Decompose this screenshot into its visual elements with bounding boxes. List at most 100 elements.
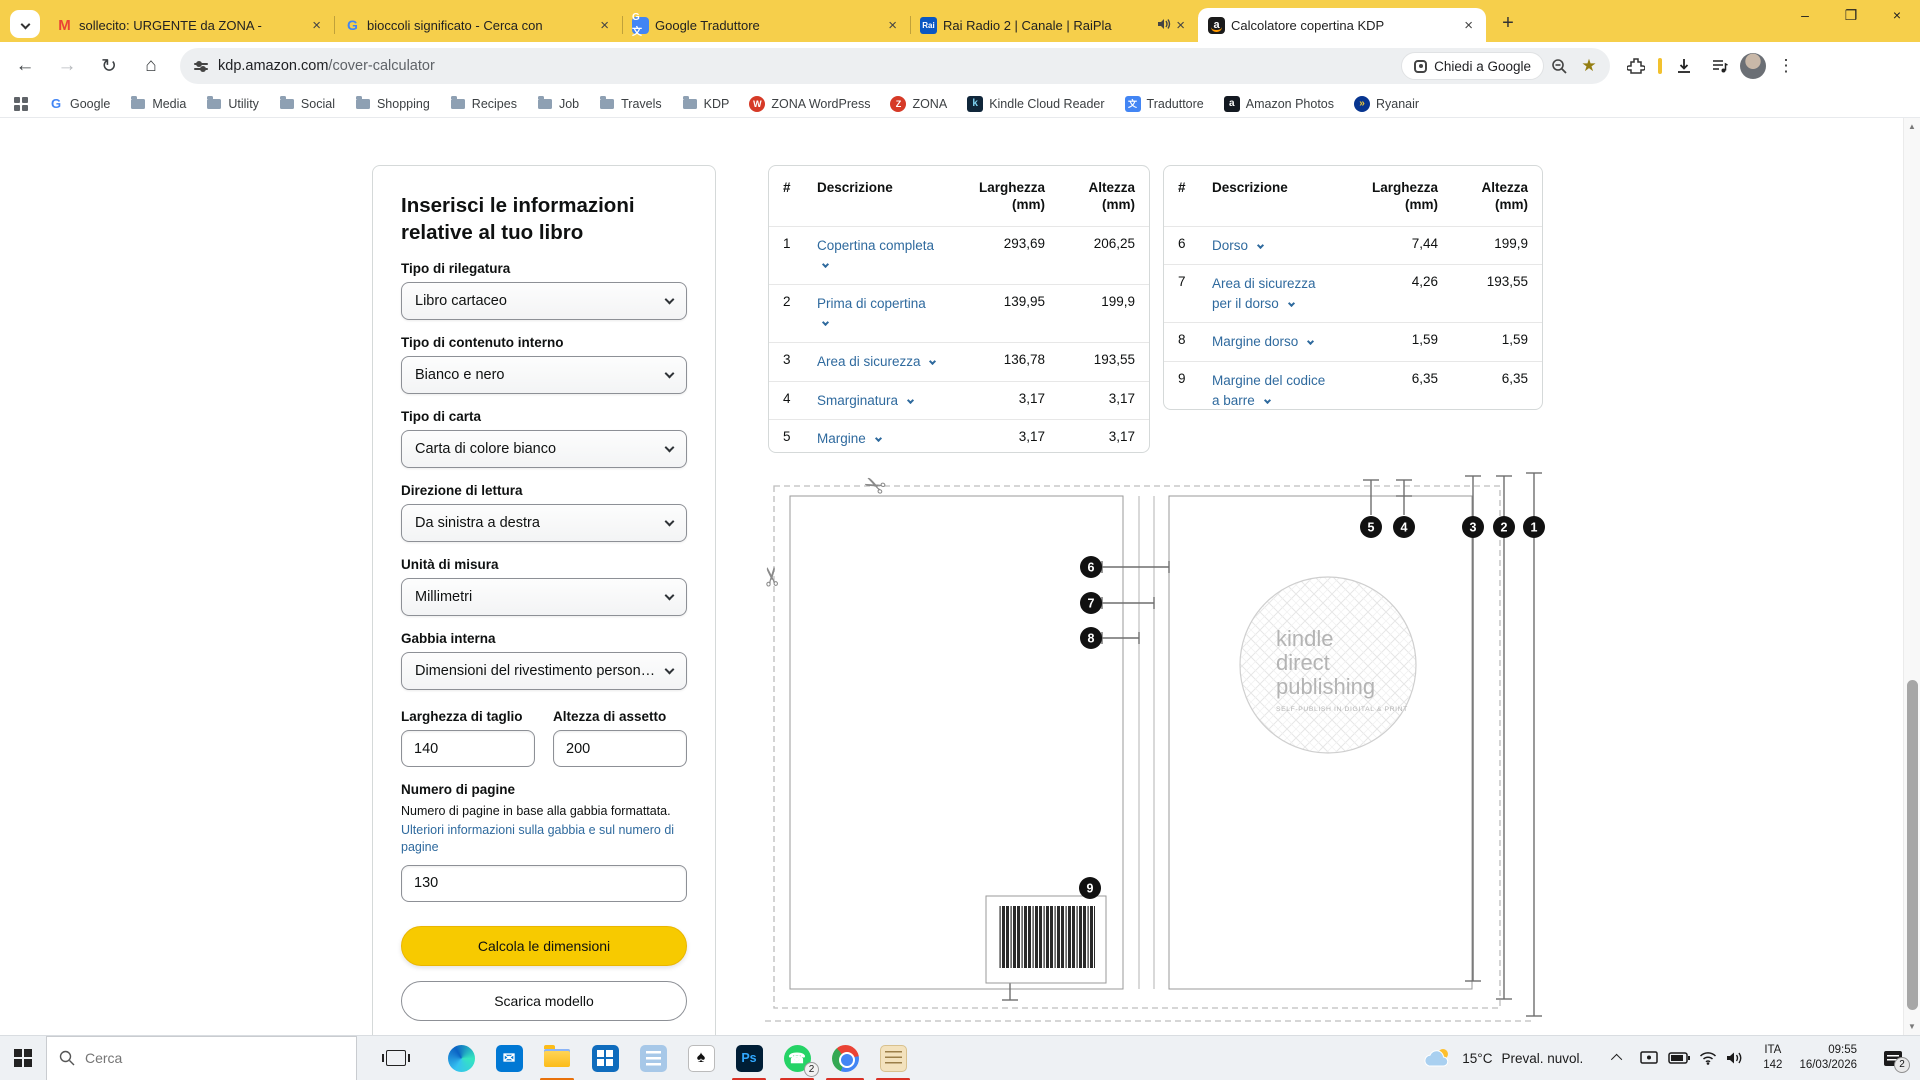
margin-link[interactable]: Margine xyxy=(817,431,881,446)
maximize-button[interactable]: ❐ xyxy=(1828,0,1874,30)
page-count-input[interactable] xyxy=(401,865,687,902)
clock[interactable]: 09:55 16/03/2026 xyxy=(1799,1043,1857,1073)
measurement-unit-select[interactable]: Millimetri xyxy=(401,578,687,616)
tab-search-button[interactable] xyxy=(10,10,40,38)
download-template-button[interactable]: Scarica modello xyxy=(401,981,687,1021)
bookmark-kdp[interactable]: KDP xyxy=(674,93,738,115)
whatsapp-button[interactable]: ☎2 xyxy=(773,1036,821,1080)
apps-grid-icon[interactable] xyxy=(14,97,28,111)
bookmark-zona[interactable]: ZZONA xyxy=(882,93,955,115)
page-count-info-link[interactable]: Ulteriori informazioni sulla gabbia e su… xyxy=(401,822,687,856)
bleed-link[interactable]: Smarginatura xyxy=(817,393,913,408)
forward-button[interactable]: → xyxy=(50,49,84,83)
solitaire-button[interactable]: ♠ xyxy=(677,1036,725,1080)
interior-type-select[interactable]: Bianco e nero xyxy=(401,356,687,394)
chrome-button[interactable] xyxy=(821,1036,869,1080)
bookmark-star-icon[interactable]: ★ xyxy=(1574,51,1604,81)
reading-direction-label: Direzione di lettura xyxy=(401,483,687,498)
close-tab-icon[interactable]: × xyxy=(597,17,612,34)
tray-expand-icon[interactable] xyxy=(1611,1054,1622,1065)
battery-icon[interactable] xyxy=(1668,1051,1690,1065)
blue-tiles-app-button[interactable] xyxy=(629,1036,677,1080)
bookmark-shopping[interactable]: Shopping xyxy=(347,93,438,115)
folder-icon xyxy=(355,96,371,112)
bookmark-google[interactable]: GGoogle xyxy=(40,93,118,115)
notes-app-button[interactable] xyxy=(869,1036,917,1080)
binding-type-select[interactable]: Libro cartaceo xyxy=(401,282,687,320)
full-cover-link[interactable]: Copertina completa xyxy=(817,238,934,273)
downloads-icon[interactable] xyxy=(1668,50,1700,82)
calculate-dimensions-button[interactable]: Calcola le dimensioni xyxy=(401,926,687,966)
spine-safe-area-link[interactable]: Area di sicurezza per il dorso xyxy=(1212,276,1316,311)
bookmark-amazon-photos[interactable]: aAmazon Photos xyxy=(1216,93,1342,115)
bookmark-traduttore[interactable]: 文Traduttore xyxy=(1117,93,1212,115)
scroll-up-icon[interactable]: ▲ xyxy=(1904,122,1920,131)
bookmark-ryanair[interactable]: »Ryanair xyxy=(1346,93,1427,115)
safe-area-link[interactable]: Area di sicurezza xyxy=(817,354,935,369)
paper-type-select[interactable]: Carta di colore bianco xyxy=(401,430,687,468)
front-cover-link[interactable]: Prima di copertina xyxy=(817,296,926,331)
barcode-margin-link[interactable]: Margine del codice a barre xyxy=(1212,373,1325,408)
close-tab-icon[interactable]: × xyxy=(309,17,324,34)
microsoft-store-button[interactable] xyxy=(581,1036,629,1080)
volume-icon[interactable] xyxy=(1726,1051,1744,1065)
photoshop-button[interactable]: Ps xyxy=(725,1036,773,1080)
bookmark-travels[interactable]: Travels xyxy=(591,93,670,115)
language-indicator[interactable]: ITA 142 xyxy=(1763,1043,1782,1073)
home-button[interactable]: ⌂ xyxy=(134,49,168,83)
folder-icon xyxy=(279,96,295,112)
search-input[interactable] xyxy=(85,1050,305,1066)
pinned-extension-icon[interactable] xyxy=(1658,58,1662,74)
tab-rai-radio[interactable]: Rai Rai Radio 2 | Canale | RaiPla × xyxy=(910,8,1198,42)
scrollbar-thumb[interactable] xyxy=(1907,680,1918,1010)
weather-widget[interactable]: 15°C Preval. nuvol. xyxy=(1423,1047,1583,1069)
bookmark-zona-wordpress[interactable]: WZONA WordPress xyxy=(741,93,878,115)
bookmark-social[interactable]: Social xyxy=(271,93,343,115)
bookmark-job[interactable]: Job xyxy=(529,93,587,115)
file-explorer-button[interactable] xyxy=(533,1036,581,1080)
reading-direction-select[interactable]: Da sinistra a destra xyxy=(401,504,687,542)
profile-avatar[interactable] xyxy=(1740,53,1766,79)
browser-menu-icon[interactable]: ⋮ xyxy=(1770,50,1802,82)
trim-width-input[interactable] xyxy=(401,730,535,767)
scroll-down-icon[interactable]: ▼ xyxy=(1904,1022,1920,1031)
ask-google-button[interactable]: Chiedi a Google xyxy=(1401,52,1544,80)
media-playlist-icon[interactable] xyxy=(1704,50,1736,82)
cast-icon[interactable] xyxy=(1639,1050,1659,1066)
rai-favicon: Rai xyxy=(920,17,937,34)
reload-button[interactable]: ↻ xyxy=(92,49,126,83)
taskbar-search[interactable] xyxy=(46,1036,357,1080)
spine-margin-link[interactable]: Margine dorso xyxy=(1212,334,1313,349)
start-button[interactable] xyxy=(0,1036,46,1080)
spine-link[interactable]: Dorso xyxy=(1212,238,1263,253)
site-info-icon[interactable] xyxy=(194,63,208,70)
tab-audio-icon[interactable] xyxy=(1157,18,1171,33)
notification-center-button[interactable]: 2 xyxy=(1876,1036,1910,1080)
bookmark-media[interactable]: Media xyxy=(122,93,194,115)
trim-height-input[interactable] xyxy=(553,730,687,767)
close-window-button[interactable]: × xyxy=(1874,0,1920,30)
bookmark-kindle-cloud-reader[interactable]: kKindle Cloud Reader xyxy=(959,93,1112,115)
tab-gmail[interactable]: M sollecito: URGENTE da ZONA - × xyxy=(46,8,334,42)
trim-size-select[interactable]: Dimensioni del rivestimento personalizz.… xyxy=(401,652,687,690)
back-button[interactable]: ← xyxy=(8,49,42,83)
mail-button[interactable]: ✉ xyxy=(485,1036,533,1080)
bookmark-utility[interactable]: Utility xyxy=(198,93,267,115)
zoom-icon[interactable] xyxy=(1544,51,1574,81)
minimize-button[interactable]: – xyxy=(1782,0,1828,30)
bookmark-recipes[interactable]: Recipes xyxy=(442,93,525,115)
tab-kdp-cover-calculator[interactable]: a Calcolatore copertina KDP × xyxy=(1198,8,1486,42)
new-tab-button[interactable]: + xyxy=(1494,9,1522,37)
tab-translate[interactable]: G文 Google Traduttore × xyxy=(622,8,910,42)
tab-google-search[interactable]: G bioccoli significato - Cerca con × xyxy=(334,8,622,42)
close-tab-icon[interactable]: × xyxy=(885,17,900,34)
task-view-button[interactable] xyxy=(373,1036,419,1080)
page-scrollbar[interactable]: ▲ ▼ xyxy=(1903,118,1920,1035)
close-tab-icon[interactable]: × xyxy=(1461,17,1476,34)
address-bar[interactable]: kdp.amazon.com/cover-calculator Chiedi a… xyxy=(180,48,1610,84)
extensions-icon[interactable] xyxy=(1620,50,1652,82)
google-favicon: G xyxy=(48,96,64,112)
wifi-icon[interactable] xyxy=(1699,1051,1717,1065)
close-tab-icon[interactable]: × xyxy=(1173,17,1188,34)
edge-button[interactable] xyxy=(437,1036,485,1080)
